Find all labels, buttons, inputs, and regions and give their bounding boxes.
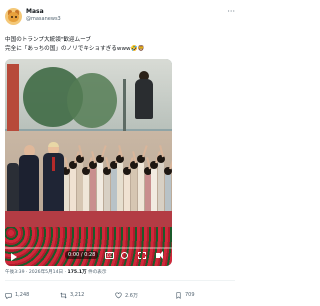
bookmark-icon [176,291,181,299]
retweet-count: 3,212 [70,292,85,298]
video-player[interactable]: 0:00 / 0:28 CC [5,59,172,266]
child [144,173,151,213]
child [124,173,131,213]
more-options-icon[interactable]: ··· [227,8,235,16]
author-name[interactable]: Masa [26,8,44,16]
child [103,173,110,213]
heart-icon [115,291,122,298]
like-button[interactable]: 2.6万 [115,290,138,300]
view-count: 175.1万 [67,270,87,275]
like-count: 2.6万 [125,292,138,299]
avatar-eye [15,16,17,18]
tweet-text: 中国のトランプ大統領"歓迎ムーブ 完全に「あっちの国」のノリでキショすぎるwww… [5,36,233,54]
fullscreen-icon[interactable] [138,252,146,259]
red-tie [52,157,55,171]
child [90,167,97,213]
action-bar: 1,248 3,212 2.6万 709 [5,290,235,300]
tweet-meta: 午後3:39 · 2026年5月14日 · 175.1万 件の表示 [5,269,106,276]
raised-arm [141,145,148,158]
person [19,155,39,219]
raised-arm [101,145,107,158]
video-timecode: 0:00 / 0:28 [65,251,99,259]
child [97,161,103,213]
video-controls: 0:00 / 0:28 CC [5,247,172,266]
gear-icon[interactable] [121,252,128,259]
camera-operator [135,79,153,119]
divider [5,280,235,281]
raised-arm [169,157,172,170]
child [131,167,137,213]
captions-icon[interactable]: CC [105,252,114,259]
tweet-timestamp[interactable]: 午後3:39 · 2026年5月14日 · [5,270,68,275]
bookmark-count: 709 [185,292,195,298]
reply-count: 1,248 [15,292,30,298]
avatar[interactable] [5,8,22,25]
tweet-text-line: 完全に「あっちの国」のノリでキショすぎるwww🤣🦁 [5,46,145,52]
volume-icon[interactable] [156,251,163,259]
retweet-button[interactable]: 3,212 [60,290,84,300]
reply-icon [5,292,12,299]
tweet-header: Masa @masanews3 ··· [5,8,235,28]
bookmark-button[interactable]: 709 [175,290,195,300]
author-handle[interactable]: @masanews3 [26,16,61,23]
child [137,161,144,213]
child [69,167,76,213]
progress-track[interactable] [5,247,172,249]
child [151,167,158,213]
reply-button[interactable]: 1,248 [5,290,29,300]
child [83,173,90,213]
retweet-icon [60,291,67,299]
tree [67,73,117,128]
avatar-face [8,12,19,22]
person-hair [48,142,59,147]
play-icon[interactable] [11,253,17,261]
avatar-eye [11,16,13,18]
child [110,167,117,213]
view-label: 件の表示 [86,270,107,275]
child [165,173,171,213]
tweet-text-line: 中国のトランプ大統領"歓迎ムーブ [5,37,91,43]
